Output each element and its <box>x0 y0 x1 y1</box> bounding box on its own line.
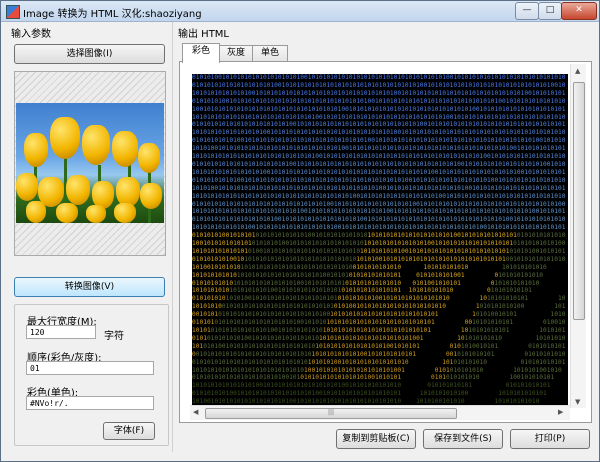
maximize-button[interactable]: □ <box>538 2 562 20</box>
vertical-scrollbar[interactable]: ▲ ▼ <box>570 64 586 408</box>
scroll-down-icon[interactable]: ▼ <box>575 398 580 406</box>
print-button[interactable]: 打印(P) <box>510 429 590 449</box>
image-preview <box>14 71 166 256</box>
font-button[interactable]: 字体(F) <box>103 422 155 440</box>
output-tab-pane: 0101010010101010101010101010100101010101… <box>179 61 592 423</box>
scroll-left-icon[interactable]: ◀ <box>193 408 198 416</box>
mono-chars-input[interactable]: #NVo!r/. <box>26 396 154 410</box>
ascii-art-output: 0101010010101010101010101010100101010101… <box>192 74 568 410</box>
max-width-unit: 字符 <box>104 331 124 342</box>
close-button[interactable]: ✕ <box>561 2 597 20</box>
input-params-label: 输入参数 <box>11 29 51 40</box>
scroll-up-icon[interactable]: ▲ <box>575 67 580 75</box>
window-title: Image 转换为 HTML 汉化:shaoziyang <box>23 9 202 20</box>
tab-mono[interactable]: 单色 <box>252 45 288 62</box>
save-to-file-button[interactable]: 保存到文件(S) <box>423 429 503 449</box>
minimize-button[interactable]: — <box>515 2 539 20</box>
scroll-right-icon[interactable]: ▶ <box>558 408 563 416</box>
select-image-button[interactable]: 选择图像(I) <box>14 44 165 64</box>
tab-color[interactable]: 彩色 <box>182 43 220 63</box>
horizontal-scroll-thumb[interactable]: ||| <box>205 408 457 419</box>
max-width-input[interactable]: 120 <box>26 325 96 339</box>
tulip-photo <box>16 103 164 223</box>
app-window: Image 转换为 HTML 汉化:shaoziyang — □ ✕ 输入参数 … <box>0 0 600 462</box>
title-bar[interactable]: Image 转换为 HTML 汉化:shaoziyang — □ ✕ <box>1 1 599 22</box>
tab-grayscale[interactable]: 灰度 <box>219 45 253 62</box>
copy-to-clipboard-button[interactable]: 复制到剪贴板(C) <box>336 429 416 449</box>
order-input[interactable]: 01 <box>26 361 154 375</box>
vertical-scroll-thumb[interactable] <box>573 82 585 320</box>
output-html-label: 输出 HTML <box>178 29 230 40</box>
app-icon <box>6 5 20 19</box>
panel-divider <box>172 22 173 452</box>
convert-image-button[interactable]: 转换图像(V) <box>14 277 165 297</box>
horizontal-scrollbar[interactable]: ◀ ||| ▶ <box>190 405 570 420</box>
